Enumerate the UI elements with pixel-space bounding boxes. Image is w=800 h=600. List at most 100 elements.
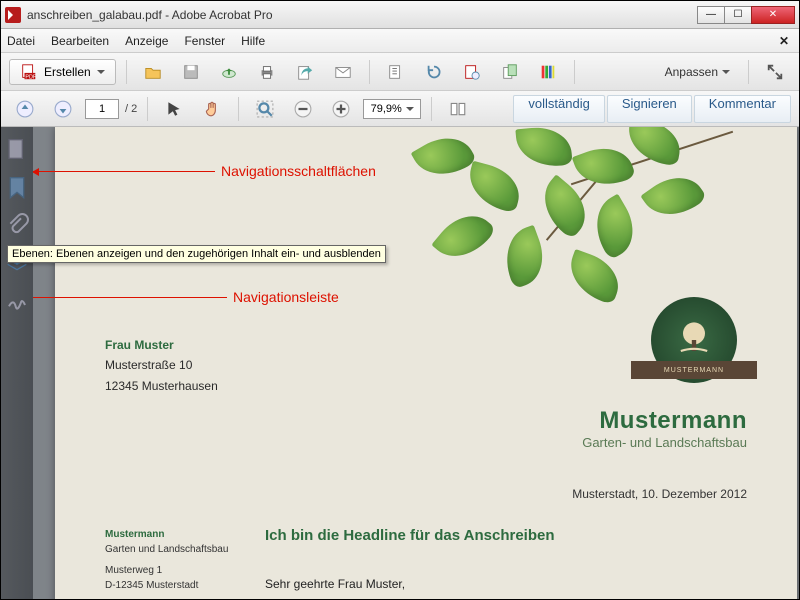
page-down-button[interactable] [47, 96, 79, 122]
zoom-out-button[interactable] [287, 96, 319, 122]
logo-ribbon: MUSTERMANN [631, 361, 757, 379]
edit-text-icon [387, 63, 405, 81]
workspace: MUSTERMANN Frau Muster Musterstraße 10 1… [1, 127, 799, 599]
recipient-address: Frau Muster Musterstraße 10 12345 Muster… [105, 335, 218, 396]
signature-icon [5, 289, 29, 313]
signatures-button[interactable] [5, 289, 29, 313]
customize-label: Anpassen [665, 65, 718, 79]
combine-button[interactable] [494, 59, 526, 85]
hand-tool-button[interactable] [196, 96, 228, 122]
share-icon [296, 63, 314, 81]
comment-button[interactable]: Kommentar [694, 95, 791, 123]
printer-icon [258, 63, 276, 81]
minimize-button[interactable]: — [697, 6, 725, 24]
marquee-zoom-button[interactable] [249, 96, 281, 122]
window-title: anschreiben_galabau.pdf - Adobe Acrobat … [27, 8, 698, 22]
sender-name: Mustermann [105, 527, 228, 542]
plus-icon [332, 100, 350, 118]
minus-icon [294, 100, 312, 118]
page-number-input[interactable] [85, 99, 119, 119]
letter-headline: Ich bin die Headline für das Anschreiben [265, 527, 555, 544]
scan-button[interactable] [456, 59, 488, 85]
rotate-button[interactable] [418, 59, 450, 85]
menu-edit[interactable]: Bearbeiten [51, 34, 109, 48]
color-button[interactable] [532, 59, 564, 85]
company-name: Mustermann [582, 407, 747, 435]
create-label: Erstellen [44, 65, 91, 79]
navigation-pane [1, 127, 33, 599]
zoom-level-input[interactable]: 79,9% [363, 99, 421, 119]
letter-salutation: Sehr geehrte Frau Muster, [265, 577, 405, 591]
edit-text-button[interactable] [380, 59, 412, 85]
page-up-button[interactable] [9, 96, 41, 122]
share-button[interactable] [289, 59, 321, 85]
recipient-street: Musterstraße 10 [105, 355, 218, 375]
tools-full-button[interactable]: vollständig [513, 95, 604, 123]
close-button[interactable]: ✕ [751, 6, 795, 24]
zoom-in-button[interactable] [325, 96, 357, 122]
menu-view[interactable]: Anzeige [125, 34, 168, 48]
tree-icon [672, 318, 716, 362]
page-total-label: / 2 [125, 103, 137, 115]
window-controls: — ☐ ✕ [698, 6, 795, 24]
customize-button[interactable]: Anpassen [657, 65, 738, 79]
selection-tool-button[interactable] [158, 96, 190, 122]
annotation-arrow [33, 171, 215, 172]
email-button[interactable] [327, 59, 359, 85]
color-bars-icon [539, 63, 557, 81]
bookmark-icon [5, 175, 29, 199]
letter-date: Musterstadt, 10. Dezember 2012 [572, 487, 747, 501]
rotate-icon [425, 63, 443, 81]
book-icon [449, 100, 467, 118]
hand-icon [203, 100, 221, 118]
app-icon [5, 7, 21, 23]
open-button[interactable] [137, 59, 169, 85]
print-button[interactable] [251, 59, 283, 85]
bookmarks-button[interactable] [5, 175, 29, 199]
attachments-button[interactable] [5, 213, 29, 237]
fullscreen-button[interactable] [759, 59, 791, 85]
maximize-button[interactable]: ☐ [724, 6, 752, 24]
arrow-down-icon [54, 100, 72, 118]
menu-help[interactable]: Hilfe [241, 34, 265, 48]
scan-icon [463, 63, 481, 81]
cloud-up-icon [220, 63, 238, 81]
recipient-name: Frau Muster [105, 335, 218, 355]
chevron-down-icon [722, 70, 730, 74]
cloud-button[interactable] [213, 59, 245, 85]
arrow-up-icon [16, 100, 34, 118]
paperclip-icon [5, 213, 29, 237]
thumbnails-button[interactable] [5, 137, 29, 161]
read-mode-button[interactable] [442, 96, 474, 122]
document-area[interactable]: MUSTERMANN Frau Muster Musterstraße 10 1… [33, 127, 799, 599]
page-thumb-icon [5, 137, 29, 161]
pdf-page: MUSTERMANN Frau Muster Musterstraße 10 1… [55, 127, 797, 599]
annotation-arrow [33, 297, 227, 298]
sender-sub: Garten und Landschaftsbau [105, 542, 228, 557]
folder-open-icon [144, 63, 162, 81]
sender-street: Musterweg 1 [105, 563, 228, 578]
sign-button[interactable]: Signieren [607, 95, 692, 123]
recipient-city: 12345 Musterhausen [105, 376, 218, 396]
title-bar: anschreiben_galabau.pdf - Adobe Acrobat … [1, 1, 799, 29]
company-block: Mustermann Garten- und Landschaftsbau [582, 407, 747, 450]
sender-block: Mustermann Garten und Landschaftsbau Mus… [105, 527, 228, 593]
main-toolbar: PDF Erstellen Anpassen [1, 53, 799, 91]
menu-bar: Datei Bearbeiten Anzeige Fenster Hilfe ✕ [1, 29, 799, 53]
combine-icon [501, 63, 519, 81]
cursor-icon [165, 100, 183, 118]
expand-icon [766, 63, 784, 81]
menu-file[interactable]: Datei [7, 34, 35, 48]
pdf-create-icon: PDF [20, 63, 38, 81]
chevron-down-icon [406, 107, 414, 111]
layers-tooltip: Ebenen: Ebenen anzeigen und den zugehöri… [7, 245, 386, 263]
company-subtitle: Garten- und Landschaftsbau [582, 435, 747, 450]
create-button[interactable]: PDF Erstellen [9, 59, 116, 85]
envelope-icon [334, 63, 352, 81]
menu-close-icon[interactable]: ✕ [779, 34, 789, 48]
zoom-select-icon [256, 100, 274, 118]
nav-toolbar: / 2 79,9% vollständig Signieren Kommenta… [1, 91, 799, 127]
sender-city: D-12345 Musterstadt [105, 578, 228, 593]
save-button[interactable] [175, 59, 207, 85]
menu-window[interactable]: Fenster [184, 34, 225, 48]
